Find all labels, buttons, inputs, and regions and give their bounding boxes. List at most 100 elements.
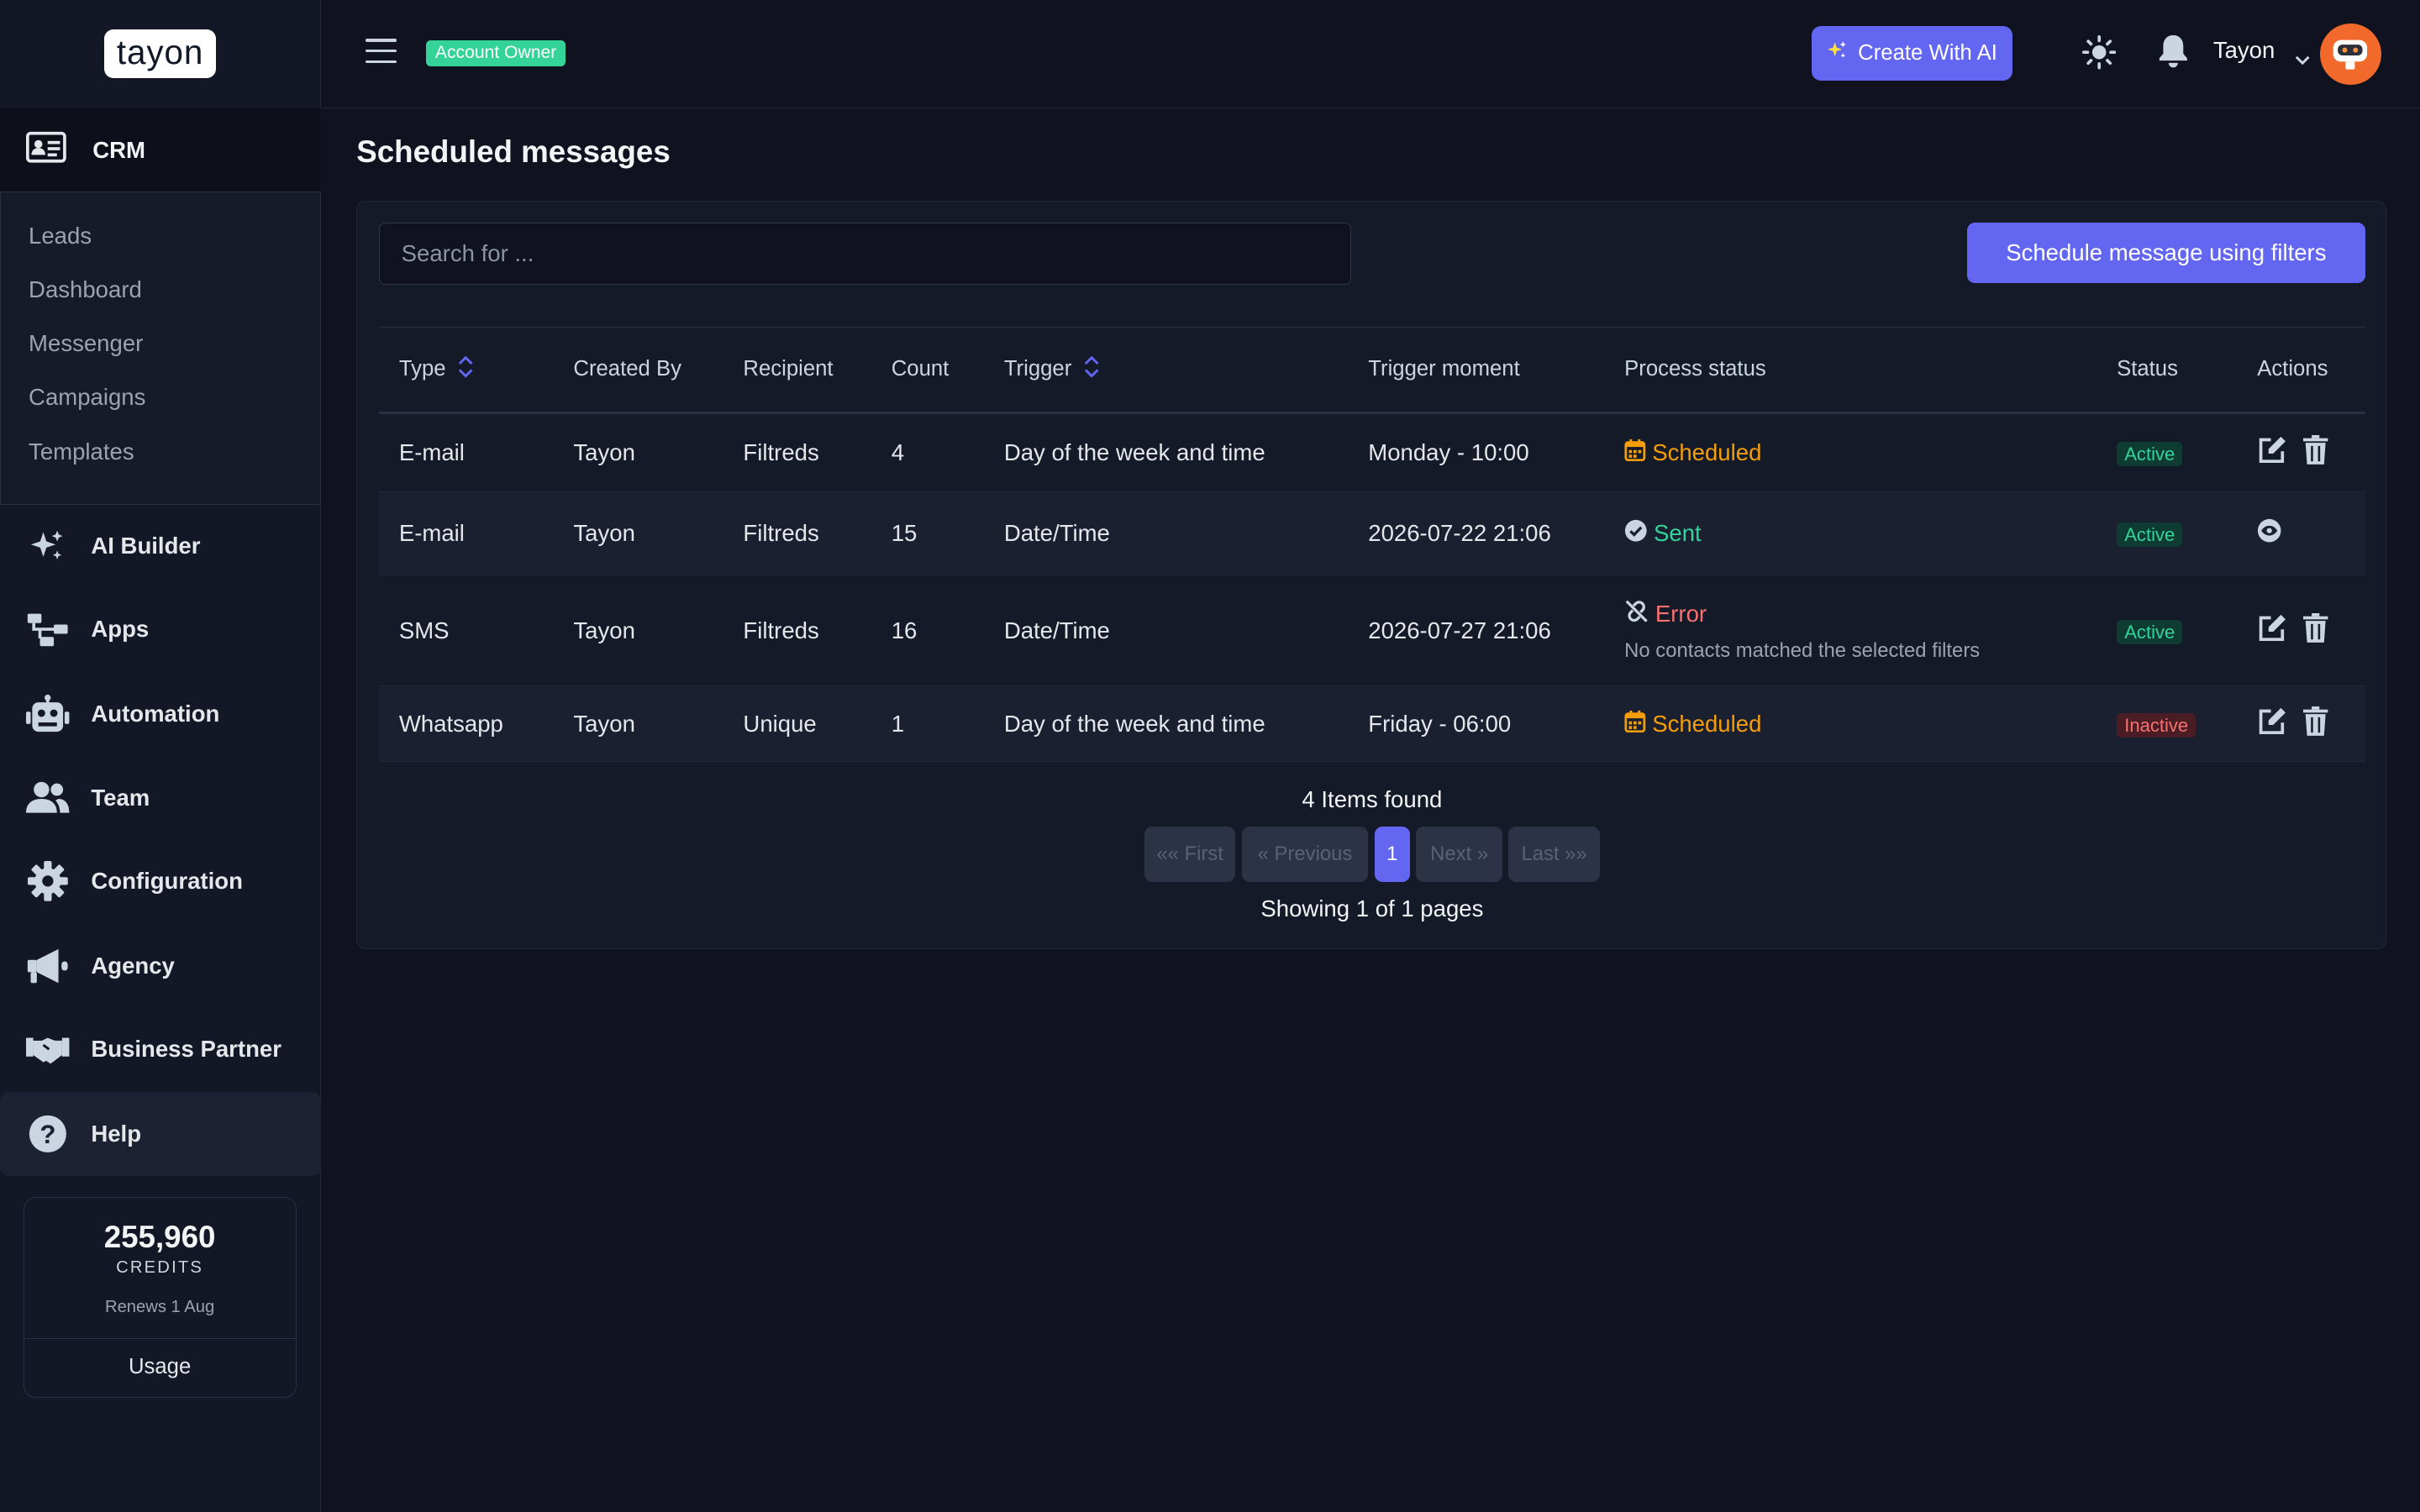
avatar[interactable]: [2319, 23, 2381, 85]
credits-card: 255,960 CREDITS Renews 1 Aug Usage: [23, 1197, 297, 1399]
column-header-type[interactable]: Type: [379, 327, 554, 413]
pagination-next-button[interactable]: Next »: [1416, 826, 1503, 882]
cell-recipient: Filtreds: [723, 491, 871, 576]
cell-trigger-moment: 2026-07-27 21:06: [1348, 575, 1605, 687]
user-name[interactable]: Tayon: [2213, 37, 2275, 64]
sidebar-item-label: Apps: [91, 616, 150, 643]
topbar: Account Owner Create With AI Tayon: [322, 0, 2420, 108]
submenu-item-campaigns[interactable]: Campaigns: [1, 374, 320, 428]
cell-recipient: Unique: [723, 685, 871, 763]
cell-count: 15: [871, 491, 984, 576]
trash-icon[interactable]: [2303, 435, 2328, 470]
pagination-previous-button[interactable]: « Previous: [1241, 826, 1369, 882]
cell-status: Active: [2096, 491, 2238, 576]
cell-type: SMS: [378, 575, 554, 687]
column-header-process-status: Process status: [1624, 357, 1766, 381]
status-badge: Active: [2117, 442, 2183, 467]
brand-logo[interactable]: tayon: [104, 29, 216, 79]
cell-status: Inactive: [2096, 685, 2238, 763]
create-with-ai-button[interactable]: Create With AI: [1812, 26, 2013, 81]
cell-actions: [2237, 685, 2365, 763]
menu-toggle-icon[interactable]: [366, 38, 397, 64]
page-title: Scheduled messages: [356, 134, 671, 169]
cell-count: 4: [871, 412, 984, 493]
cell-created-by: Tayon: [553, 685, 723, 763]
sidebar-item-crm[interactable]: CRM: [0, 108, 322, 193]
unlink-icon: [1624, 599, 1649, 629]
pagination-last-button[interactable]: Last »»: [1508, 826, 1600, 882]
pagination: «« First « Previous 1 Next » Last »»: [1144, 826, 1600, 882]
sidebar-item-automation[interactable]: Automation: [0, 673, 321, 756]
sidebar-item-label: Business Partner: [91, 1035, 281, 1062]
credits-renewal: Renews 1 Aug: [105, 1297, 215, 1316]
status-badge: Active: [2117, 522, 2183, 547]
cell-count: 16: [871, 575, 984, 687]
sidebar: tayon CRM Leads Dashboard Messenger Camp…: [0, 0, 322, 1512]
submenu-item-templates[interactable]: Templates: [1, 428, 320, 482]
edit-icon[interactable]: [2257, 613, 2288, 648]
create-with-ai-label: Create With AI: [1858, 40, 1997, 65]
process-status-text: Scheduled: [1652, 710, 1762, 737]
calendar-icon: [1624, 710, 1646, 739]
submenu-item-messenger[interactable]: Messenger: [1, 320, 320, 374]
crm-submenu: Leads Dashboard Messenger Campaigns Temp…: [0, 191, 322, 505]
sidebar-item-ai-builder[interactable]: AI Builder: [0, 505, 321, 588]
cell-type: E-mail: [378, 491, 554, 576]
sidebar-item-label: Team: [91, 784, 150, 811]
cell-actions: [2237, 491, 2365, 576]
sidebar-item-business-partner[interactable]: Business Partner: [0, 1007, 321, 1090]
sidebar-item-team[interactable]: Team: [0, 756, 321, 839]
sidebar-item-label: Help: [91, 1120, 142, 1147]
schedule-message-button[interactable]: Schedule message using filters: [1966, 223, 2365, 284]
credits-label: CREDITS: [116, 1257, 204, 1277]
submenu-item-dashboard[interactable]: Dashboard: [1, 266, 320, 320]
cell-trigger: Date/Time: [983, 491, 1349, 576]
sidebar-item-configuration[interactable]: Configuration: [0, 839, 321, 922]
pagination-page-button[interactable]: 1: [1374, 826, 1410, 882]
svg-text:?: ?: [39, 1120, 55, 1149]
table-row: E-mail Tayon Filtreds 15 Date/Time 2026-…: [378, 491, 2365, 576]
cell-recipient: Filtreds: [723, 575, 871, 687]
sidebar-item-apps[interactable]: Apps: [0, 588, 321, 671]
column-header-trigger[interactable]: Trigger: [984, 327, 1348, 413]
trash-icon[interactable]: [2303, 706, 2328, 742]
edit-icon[interactable]: [2257, 706, 2288, 742]
status-badge: Inactive: [2117, 713, 2196, 738]
bell-icon[interactable]: [2158, 34, 2189, 74]
view-icon[interactable]: [2257, 518, 2281, 549]
cell-trigger-moment: Friday - 06:00: [1348, 685, 1605, 763]
role-badge: Account Owner: [425, 39, 566, 67]
search-input[interactable]: [378, 223, 1352, 285]
cell-count: 1: [871, 685, 984, 763]
table-header-row: Type Created By Recipient Count Trigger …: [378, 327, 2365, 413]
column-header-actions: Actions: [2257, 357, 2328, 381]
cell-process-status: Error No contacts matched the selected f…: [1604, 575, 2097, 687]
sort-icon[interactable]: [1084, 354, 1099, 385]
cell-trigger-moment: 2026-07-22 21:06: [1348, 491, 1605, 576]
column-header-trigger-moment: Trigger moment: [1368, 357, 1520, 381]
process-status-text: Scheduled: [1652, 439, 1762, 466]
items-found-count: 4 Items found: [1302, 785, 1443, 812]
sidebar-item-label: Automation: [91, 701, 220, 727]
sidebar-item-label: Configuration: [91, 867, 243, 894]
question-icon: ?: [26, 1112, 69, 1155]
cell-created-by: Tayon: [553, 412, 723, 493]
submenu-item-leads[interactable]: Leads: [1, 213, 320, 266]
table-row: Whatsapp Tayon Unique 1 Day of the week …: [378, 685, 2365, 763]
cell-created-by: Tayon: [553, 491, 723, 576]
pagination-first-button[interactable]: «« First: [1144, 826, 1236, 882]
process-status-note: No contacts matched the selected filters: [1624, 638, 1981, 662]
trash-icon[interactable]: [2303, 612, 2328, 648]
chevron-down-icon[interactable]: [2295, 45, 2310, 73]
column-header-count: Count: [891, 357, 950, 381]
robot-icon: [26, 693, 70, 736]
sort-icon[interactable]: [458, 354, 473, 385]
usage-button[interactable]: Usage: [24, 1338, 296, 1397]
handshake-icon: [26, 1027, 70, 1070]
sidebar-item-agency[interactable]: Agency: [0, 924, 321, 1007]
cell-process-status: Scheduled: [1604, 412, 2097, 493]
cell-process-status: Scheduled: [1604, 685, 2097, 763]
theme-toggle-icon[interactable]: [2081, 35, 2117, 76]
edit-icon[interactable]: [2257, 435, 2288, 470]
sidebar-item-help[interactable]: ? Help: [0, 1092, 322, 1176]
